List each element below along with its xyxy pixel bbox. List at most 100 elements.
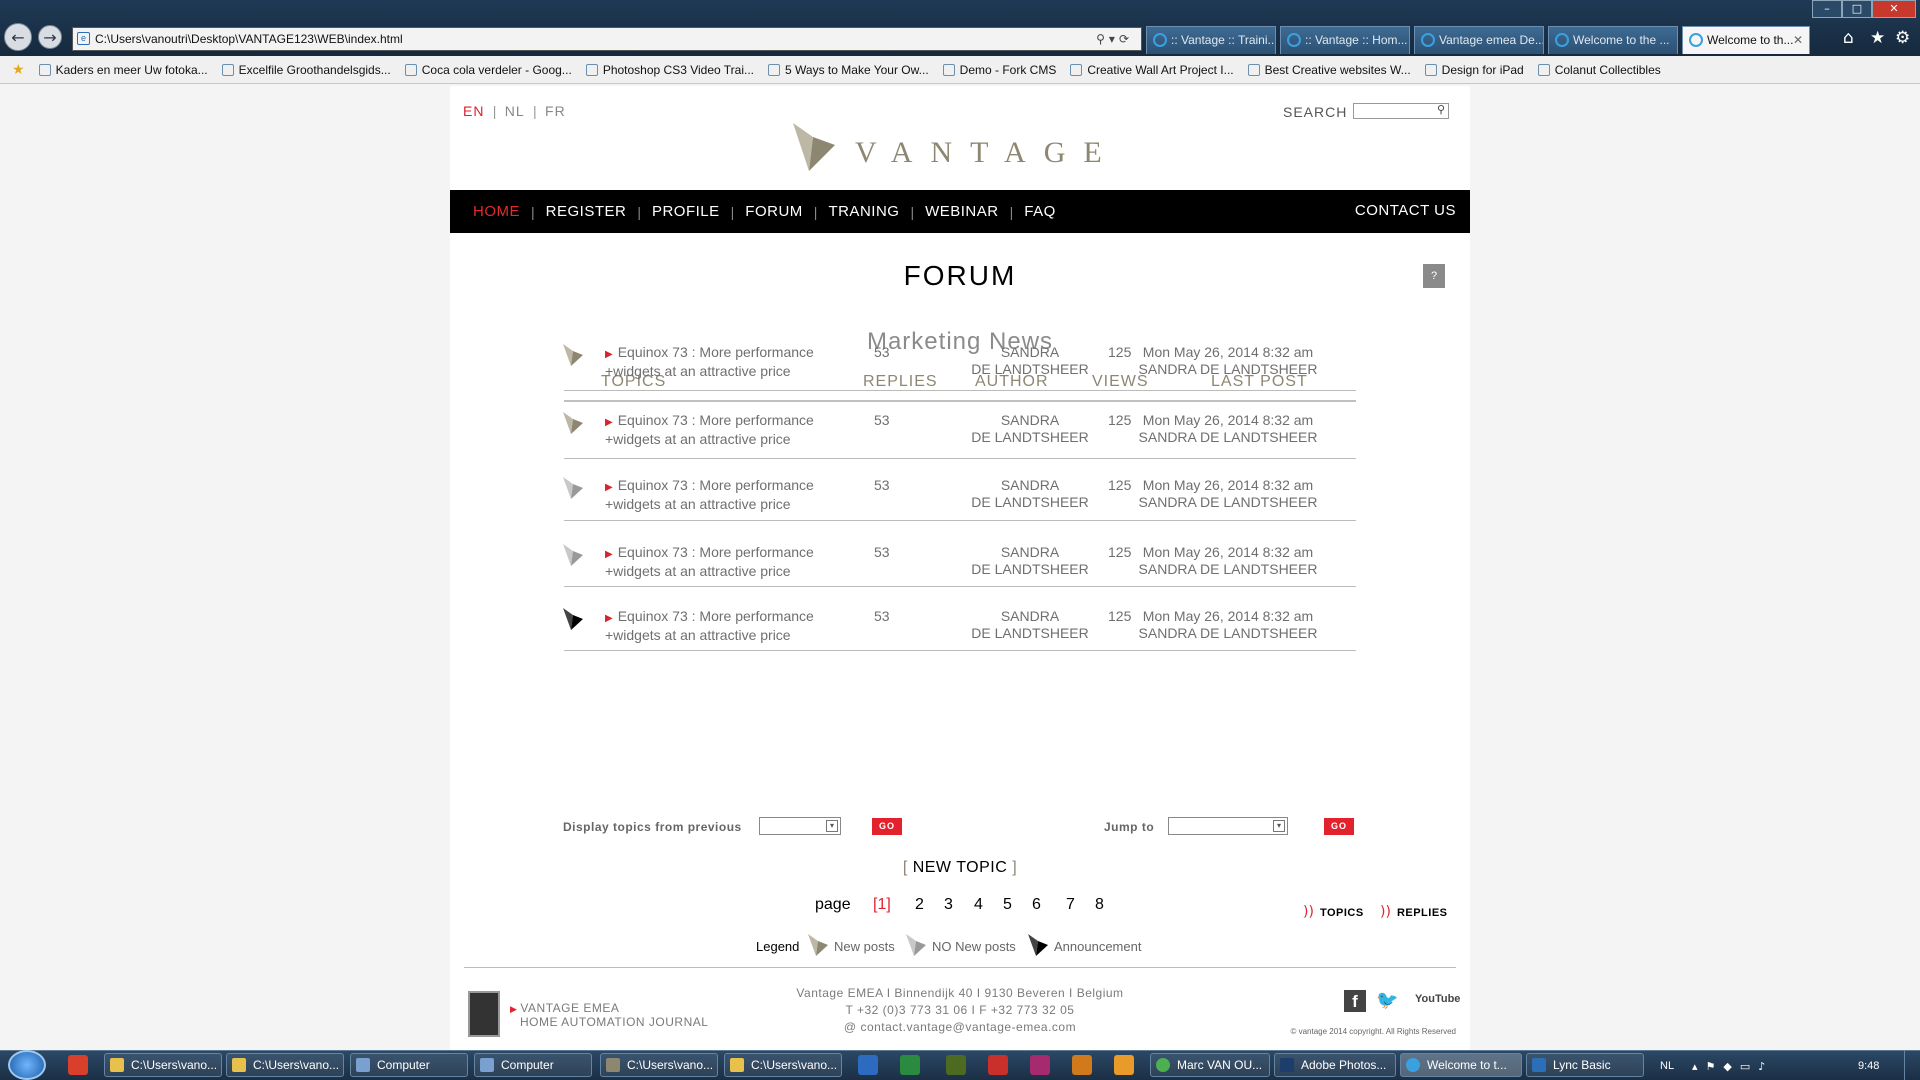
home-icon[interactable]: ⌂ [1843,28,1854,48]
search-icon[interactable]: ⚲ [1437,103,1445,116]
taskbar-item[interactable]: Marc VAN OU... [1150,1053,1270,1077]
favorite-link[interactable]: Coca cola verdeler - Goog... [404,63,572,77]
taskbar-item[interactable]: C:\Users\vano... [226,1053,344,1077]
rss-replies-link[interactable]: )) REPLIES [1380,903,1448,921]
minimize-button[interactable]: – [1812,0,1842,18]
close-window-button[interactable]: ✕ [1872,0,1916,18]
favorite-link[interactable]: Photoshop CS3 Video Trai... [585,63,754,77]
browser-tab[interactable]: e:: Vantage :: Hom... [1280,26,1410,54]
favorite-link[interactable]: Kaders en meer Uw fotoka... [38,63,208,77]
youtube-icon[interactable]: YouTube [1415,993,1460,1005]
close-tab-icon[interactable]: ✕ [1793,27,1803,53]
nav-faq[interactable]: FAQ [1013,203,1067,220]
taskbar-item-active[interactable]: Welcome to t... [1400,1053,1522,1077]
favorite-link[interactable]: Best Creative websites W... [1247,63,1411,77]
maximize-button[interactable]: □ [1842,0,1872,18]
app-icon[interactable] [68,1055,88,1075]
address-bar[interactable]: e C:\Users\vanoutri\Desktop\VANTAGE123\W… [72,27,1142,51]
dreamweaver-icon[interactable] [946,1055,966,1075]
nav-home[interactable]: HOME [462,203,531,220]
taskbar-item[interactable]: Computer [350,1053,468,1077]
facebook-icon[interactable]: f [1344,990,1366,1012]
display-go-button[interactable]: GO [872,818,902,835]
word-icon[interactable] [858,1055,878,1075]
favorite-link[interactable]: Excelfile Groothandelsgids... [221,63,391,77]
topic-link[interactable]: ▶ Equinox 73 : More performance +widgets a… [605,412,814,448]
taskbar-item[interactable]: Lync Basic [1526,1053,1644,1077]
favorites-star-icon[interactable]: ★ [12,62,25,78]
topic-link[interactable]: ▶ Equinox 73 : More performance +widgets a… [605,608,814,644]
nav-register[interactable]: REGISTER [535,203,638,220]
taskbar-item[interactable]: C:\Users\vano... [600,1053,718,1077]
lang-en[interactable]: EN [463,103,484,119]
nav-forum[interactable]: FORUM [734,203,814,220]
acrobat-icon[interactable] [988,1055,1008,1075]
back-button[interactable]: ← [4,23,32,51]
lang-fr[interactable]: FR [545,103,566,119]
gear-icon[interactable]: ⚙ [1895,28,1910,48]
clock[interactable]: 9:48 [1858,1060,1879,1072]
page-link[interactable]: 3 [944,896,953,914]
favorite-link[interactable]: Creative Wall Art Project I... [1070,63,1234,77]
favorite-link[interactable]: 5 Ways to Make Your Ow... [768,63,929,77]
favorite-link[interactable]: Design for iPad [1424,63,1524,77]
new-topic-button[interactable]: [ NEW TOPIC ] [450,859,1470,877]
table-row[interactable]: ▶ Equinox 73 : More performance +widgets a… [450,344,1470,384]
system-tray-icons[interactable]: ▴⚑◆▭♪ [1692,1060,1773,1073]
taskbar-item[interactable]: C:\Users\vano... [724,1053,842,1077]
excel-icon[interactable] [900,1055,920,1075]
last-post[interactable]: Mon May 26, 2014 8:32 am SANDRA DE LANDTS… [1018,412,1438,446]
browser-tab[interactable]: eVantage emea De... [1414,26,1544,54]
topic-link[interactable]: ▶ Equinox 73 : More performance +widgets a… [605,544,814,580]
taskbar-item[interactable]: C:\Users\vano... [104,1053,222,1077]
twitter-icon[interactable]: 🐦 [1376,990,1398,1011]
rss-topics-link[interactable]: )) TOPICS [1303,903,1364,921]
browser-tab[interactable]: eWelcome to the ... [1548,26,1678,54]
display-topics-select[interactable]: ▾ [759,817,841,835]
table-row[interactable]: ▶ Equinox 73 : More performance +widgets a… [450,544,1470,584]
page-link[interactable]: 5 [1003,896,1012,914]
help-button[interactable]: ? [1423,264,1445,288]
address-controls-icon[interactable]: ⚲▾⟳ [1096,28,1133,50]
page-link[interactable]: 4 [974,896,983,914]
media-player-icon[interactable] [1114,1055,1134,1075]
show-desktop-button[interactable] [1904,1050,1920,1080]
journal-thumbnail[interactable] [468,991,500,1037]
jump-to-select[interactable]: ▾ [1168,817,1288,835]
nav-contact-us[interactable]: CONTACT US [1355,202,1456,219]
page-link[interactable]: 8 [1095,896,1104,914]
input-language[interactable]: NL [1660,1060,1674,1072]
nav-profile[interactable]: PROFILE [641,203,731,220]
lang-nl[interactable]: NL [505,103,525,119]
page-link[interactable]: 2 [915,896,924,914]
computer-icon [356,1058,370,1072]
page-link-current[interactable]: [1] [873,896,891,914]
search-input[interactable]: ⚲ [1353,103,1449,119]
taskbar-item[interactable]: Computer [474,1053,592,1077]
favorite-link[interactable]: Colanut Collectibles [1537,63,1661,77]
jump-go-button[interactable]: GO [1324,818,1354,835]
table-row[interactable]: ▶ Equinox 73 : More performance +widgets a… [450,608,1470,648]
favorite-link[interactable]: Demo - Fork CMS [942,63,1056,77]
last-post[interactable]: Mon May 26, 2014 8:32 am SANDRA DE LANDTS… [1018,477,1438,511]
page-link[interactable]: 7 [1066,896,1075,914]
illustrator-icon[interactable] [1072,1055,1092,1075]
browser-tab[interactable]: e:: Vantage :: Traini... [1146,26,1276,54]
nav-webinar[interactable]: WEBINAR [914,203,1010,220]
favorites-star-icon[interactable]: ★ [1870,28,1885,48]
forward-button[interactable]: → [38,25,62,49]
topic-link[interactable]: ▶ Equinox 73 : More performance +widgets a… [605,344,814,380]
table-row[interactable]: ▶ Equinox 73 : More performance +widgets a… [450,477,1470,517]
taskbar-item[interactable]: Adobe Photos... [1274,1053,1396,1077]
nav-training[interactable]: TRANING [817,203,910,220]
last-post[interactable]: Mon May 26, 2014 8:32 am SANDRA DE LANDTS… [1018,344,1438,378]
page-link[interactable]: 6 [1032,896,1041,914]
last-post[interactable]: Mon May 26, 2014 8:32 am SANDRA DE LANDTS… [1018,544,1438,578]
indesign-icon[interactable] [1030,1055,1050,1075]
start-button[interactable] [8,1050,46,1080]
last-post[interactable]: Mon May 26, 2014 8:32 am SANDRA DE LANDTS… [1018,608,1438,642]
table-row[interactable]: ▶ Equinox 73 : More performance +widgets a… [450,412,1470,452]
browser-tab-active[interactable]: eWelcome to th...✕ [1682,26,1810,54]
topic-link[interactable]: ▶ Equinox 73 : More performance +widgets a… [605,477,814,513]
footer-brand[interactable]: ▶ VANTAGE EMEA [510,1001,619,1015]
